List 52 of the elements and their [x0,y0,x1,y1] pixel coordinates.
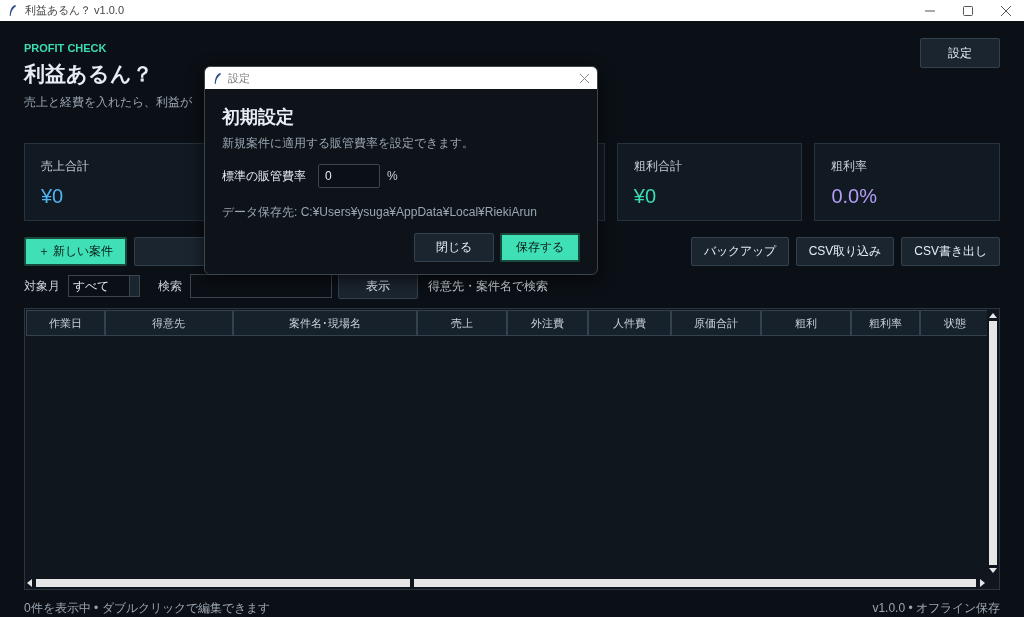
column-header[interactable]: 売上 [416,310,507,336]
data-path-text: データ保存先: C:¥Users¥ysuga¥AppData¥Local¥RiekiArun [222,204,537,221]
dialog-title: 設定 [228,70,251,86]
stat-value: ¥0 [633,185,657,208]
stat-value: 0.0% [831,185,877,208]
scroll-up-icon[interactable] [989,313,997,318]
scroll-right-icon[interactable] [980,579,985,587]
search-field[interactable] [190,274,332,298]
close-icon[interactable] [580,73,589,83]
column-header[interactable]: 状態 [920,310,989,336]
stat-label: 売上合計 [41,158,89,175]
column-header[interactable]: 案件名･現場名 [232,310,417,336]
eyebrow-label: PROFIT CHECK [24,42,108,54]
feather-icon [213,71,222,85]
maximize-icon[interactable] [963,5,973,16]
subtitle-text: 売上と経費を入れたら、利益が [24,94,192,111]
scroll-down-icon[interactable] [989,568,997,573]
field-label: 標準の販管費率 [222,167,306,185]
settings-button[interactable]: 設定 [920,38,1000,68]
window-title: 利益あるん？ v1.0.0 [25,3,126,18]
status-text: 0件を表示中 • ダブルクリックで編集できます [24,600,270,617]
stat-value: ¥0 [41,185,64,208]
app-heading: 利益あるん？ [24,61,153,88]
new-case-button[interactable]: ＋ 新しい案件 [24,237,128,266]
month-dropdown[interactable]: すべて [68,275,140,297]
search-button[interactable]: 表示 [338,273,418,299]
dialog-heading: 初期設定 [222,106,295,129]
search-hint-text: 得意先・案件名で検索 [428,277,548,295]
unit-label: % [387,169,398,183]
search-label: 検索 [158,277,182,295]
toolbar-button[interactable]: CSV書き出し [901,237,1000,266]
stat-label: 粗利率 [831,158,868,175]
column-header[interactable]: 作業日 [26,310,105,336]
close-dialog-button[interactable]: 閉じる [414,233,494,262]
stat-label: 粗利合計 [633,158,682,175]
save-button[interactable]: 保存する [500,233,580,262]
column-header[interactable]: 粗利 [761,310,852,336]
feather-icon [8,4,17,17]
dialog-description: 新規案件に適用する販管費率を設定できます。 [222,135,475,152]
scroll-left-icon[interactable] [27,579,32,587]
column-header[interactable]: 得意先 [104,310,233,336]
close-icon[interactable] [1001,5,1011,16]
toolbar-button[interactable]: CSV取り込み [795,237,895,266]
version-status-text: v1.0.0 • オフライン保存 [872,600,1000,617]
toolbar-button[interactable]: バックアップ [690,237,789,266]
rate-input-field[interactable]: 0 [318,164,380,188]
column-header[interactable]: 原価合計 [671,310,762,336]
horizontal-scrollbar[interactable] [25,577,987,589]
column-header[interactable]: 外注費 [506,310,589,336]
column-header[interactable]: 粗利率 [851,310,921,336]
month-label: 対象月 [24,277,60,295]
column-header[interactable]: 人件費 [588,310,672,336]
